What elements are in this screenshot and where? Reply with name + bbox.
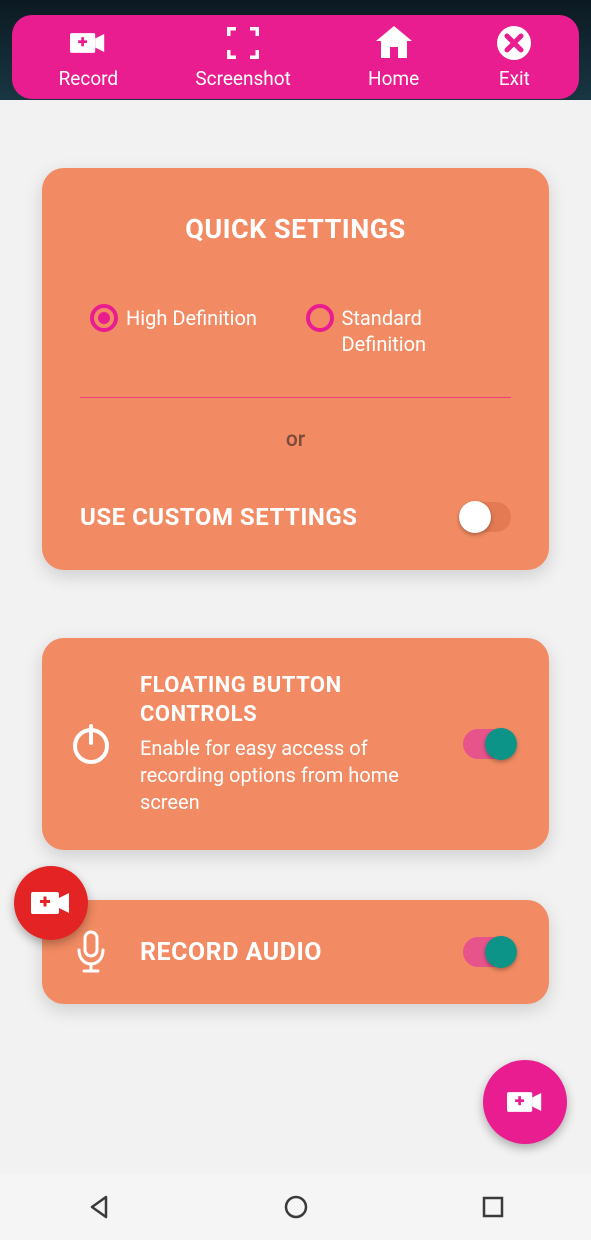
floating-text: FLOATING BUTTON CONTROLS Enable for easy… xyxy=(140,672,439,816)
record-label: Record xyxy=(59,67,119,90)
record-camera-icon xyxy=(507,1088,543,1116)
fab-record-left[interactable] xyxy=(14,866,88,940)
custom-settings-row: USE CUSTOM SETTINGS xyxy=(80,502,511,532)
record-audio-card: RECORD AUDIO xyxy=(42,900,549,1004)
nav-back-icon[interactable] xyxy=(86,1194,112,1220)
floating-toggle[interactable] xyxy=(463,729,515,759)
custom-settings-label: USE CUSTOM SETTINGS xyxy=(80,502,357,532)
radio-hd-label: High Definition xyxy=(126,305,257,331)
record-camera-icon xyxy=(70,25,106,61)
quick-settings-title: QUICK SETTINGS xyxy=(80,213,511,245)
nav-recent-icon[interactable] xyxy=(481,1195,505,1219)
radio-sd-label: Standard Definition xyxy=(342,305,512,357)
home-icon xyxy=(376,25,412,61)
audio-toggle[interactable] xyxy=(463,937,515,967)
radio-hd[interactable]: High Definition xyxy=(90,305,296,332)
floating-desc: Enable for easy access of recording opti… xyxy=(140,735,439,816)
power-icon xyxy=(66,721,116,767)
screenshot-button[interactable]: Screenshot xyxy=(195,25,290,90)
nav-home-icon[interactable] xyxy=(283,1194,309,1220)
radio-sd[interactable]: Standard Definition xyxy=(306,305,512,357)
floating-title: FLOATING BUTTON CONTROLS xyxy=(140,672,439,729)
screenshot-icon xyxy=(225,25,261,61)
quality-radio-group: High Definition Standard Definition xyxy=(80,305,511,357)
quick-settings-card: QUICK SETTINGS High Definition Standard … xyxy=(42,168,549,570)
system-nav-bar xyxy=(0,1174,591,1240)
exit-label: Exit xyxy=(499,67,530,90)
exit-button[interactable]: Exit xyxy=(496,25,532,90)
radio-unselected-icon xyxy=(306,304,334,332)
radio-selected-icon xyxy=(90,304,118,332)
or-label: or xyxy=(80,428,511,452)
custom-settings-toggle[interactable] xyxy=(459,502,511,532)
screenshot-label: Screenshot xyxy=(195,67,290,90)
close-icon xyxy=(496,25,532,61)
top-toolbar: Record Screenshot Home Exit xyxy=(12,15,579,99)
record-camera-icon xyxy=(31,888,71,918)
floating-controls-card: FLOATING BUTTON CONTROLS Enable for easy… xyxy=(42,638,549,850)
home-button[interactable]: Home xyxy=(368,25,419,90)
divider xyxy=(80,397,511,398)
home-label: Home xyxy=(368,67,419,90)
mic-icon xyxy=(66,930,116,974)
record-button[interactable]: Record xyxy=(59,25,119,90)
audio-title: RECORD AUDIO xyxy=(140,938,439,967)
fab-record-right[interactable] xyxy=(483,1060,567,1144)
